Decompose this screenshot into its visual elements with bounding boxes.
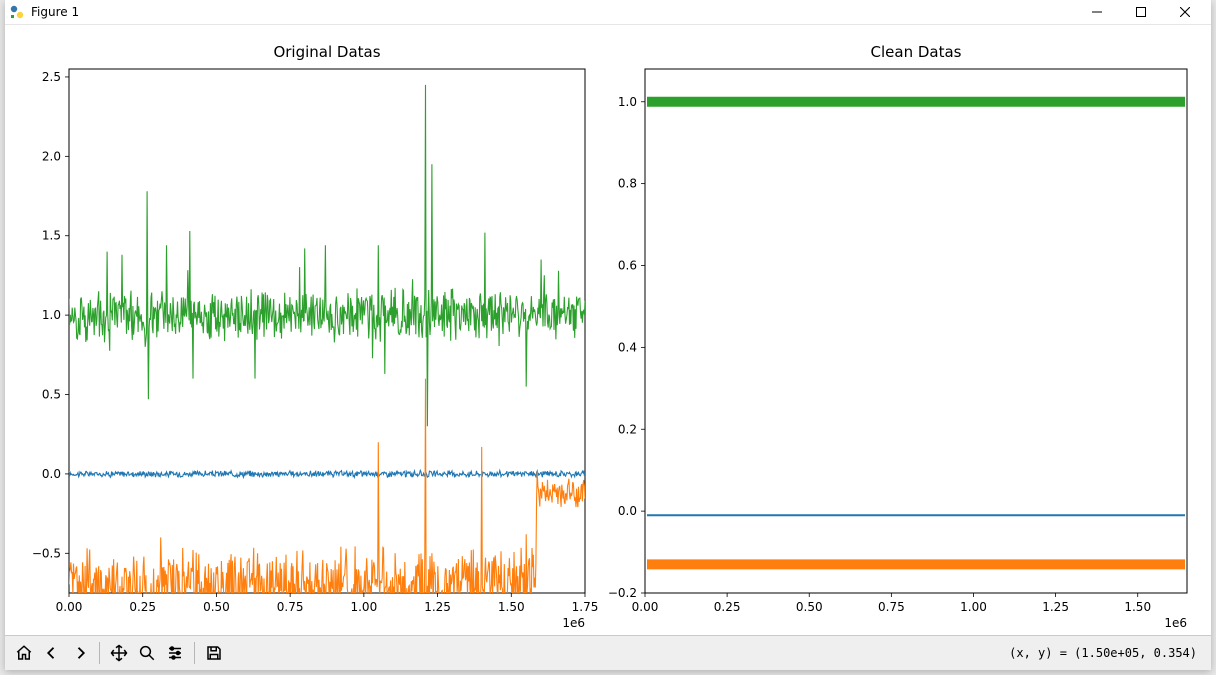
svg-text:1e6: 1e6 <box>1164 616 1187 630</box>
svg-text:0.6: 0.6 <box>618 259 637 273</box>
maximize-button[interactable] <box>1119 1 1163 23</box>
toolbar-separator <box>99 642 100 664</box>
svg-text:0.00: 0.00 <box>56 600 83 614</box>
minimize-button[interactable] <box>1075 1 1119 23</box>
svg-text:1.0: 1.0 <box>42 308 61 322</box>
svg-text:0.0: 0.0 <box>42 467 61 481</box>
svg-text:0.8: 0.8 <box>618 177 637 191</box>
svg-text:1.0: 1.0 <box>618 95 637 109</box>
svg-text:0.25: 0.25 <box>129 600 156 614</box>
matplotlib-toolbar: (x, y) = (1.50e+05, 0.354) <box>5 635 1211 670</box>
svg-text:1.50: 1.50 <box>1124 600 1151 614</box>
titlebar[interactable]: Figure 1 <box>5 0 1211 25</box>
svg-text:−0.2: −0.2 <box>608 586 637 600</box>
configure-subplots-button[interactable] <box>162 640 188 666</box>
svg-text:1.75: 1.75 <box>572 600 599 614</box>
svg-text:1e6: 1e6 <box>562 616 585 630</box>
svg-text:Original Datas: Original Datas <box>273 43 380 61</box>
svg-text:0.50: 0.50 <box>796 600 823 614</box>
svg-text:0.0: 0.0 <box>618 504 637 518</box>
svg-text:1.50: 1.50 <box>498 600 525 614</box>
svg-text:1.25: 1.25 <box>424 600 451 614</box>
home-icon[interactable] <box>11 640 37 666</box>
svg-text:0.2: 0.2 <box>618 422 637 436</box>
back-button[interactable] <box>39 640 65 666</box>
svg-text:0.50: 0.50 <box>203 600 230 614</box>
svg-text:0.00: 0.00 <box>632 600 659 614</box>
figure-canvas[interactable]: Original Datas 0.00 0.25 0.50 0.75 1.00 1.25 1.… <box>5 25 1211 635</box>
close-button[interactable] <box>1163 1 1207 23</box>
svg-text:1.5: 1.5 <box>42 229 61 243</box>
pan-button[interactable] <box>106 640 132 666</box>
toolbar-separator <box>194 642 195 664</box>
forward-button[interactable] <box>67 640 93 666</box>
svg-text:1.00: 1.00 <box>350 600 377 614</box>
svg-text:Clean Datas: Clean Datas <box>871 43 962 61</box>
svg-text:2.5: 2.5 <box>42 70 61 84</box>
svg-text:1.00: 1.00 <box>960 600 987 614</box>
cursor-coordinates: (x, y) = (1.50e+05, 0.354) <box>1009 646 1205 660</box>
svg-text:0.5: 0.5 <box>42 388 61 402</box>
svg-text:1.25: 1.25 <box>1042 600 1069 614</box>
zoom-button[interactable] <box>134 640 160 666</box>
svg-text:0.75: 0.75 <box>878 600 905 614</box>
figure-window: Figure 1 Original Datas 0.00 0.25 0.50 0.75 1… <box>5 0 1211 670</box>
svg-text:−0.5: −0.5 <box>32 546 61 560</box>
svg-text:0.25: 0.25 <box>714 600 741 614</box>
save-button[interactable] <box>201 640 227 666</box>
window-title: Figure 1 <box>31 5 79 19</box>
app-icon <box>9 4 25 20</box>
svg-text:0.75: 0.75 <box>277 600 304 614</box>
svg-text:2.0: 2.0 <box>42 149 61 163</box>
svg-text:0.4: 0.4 <box>618 340 637 354</box>
